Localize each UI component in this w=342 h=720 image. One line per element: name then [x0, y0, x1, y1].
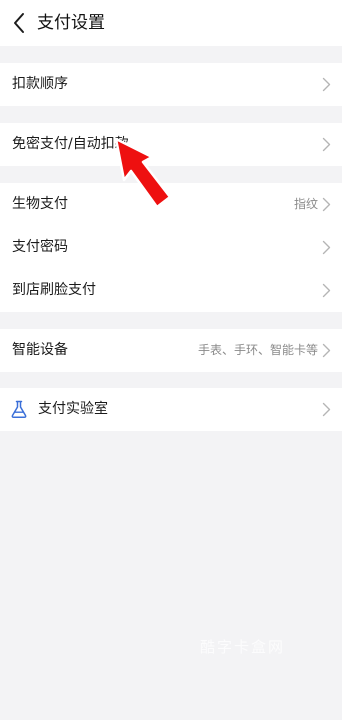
page-title: 支付设置: [37, 13, 105, 33]
header-bar: 支付设置: [0, 0, 342, 46]
chevron-right-icon: [322, 283, 331, 298]
back-arrow-icon: [14, 13, 24, 33]
watermark: 酷字卡盒网: [200, 638, 286, 656]
chevron-right-icon: [322, 240, 331, 255]
row-value: 手表、手环、智能卡等: [197, 343, 318, 357]
row-label: 支付密码: [12, 239, 68, 255]
chevron-right-icon: [322, 343, 331, 358]
settings-group-devices: 智能设备 手表、手环、智能卡等: [0, 329, 342, 372]
settings-group-lab: 支付实验室: [0, 388, 342, 431]
settings-group-password-free: 免密支付/自动扣款: [0, 123, 342, 166]
chevron-right-icon: [322, 197, 331, 212]
settings-row-payment-password[interactable]: 支付密码: [0, 226, 342, 269]
row-label: 到店刷脸支付: [12, 282, 96, 298]
flask-icon: [10, 400, 28, 419]
chevron-right-icon: [322, 77, 331, 92]
row-label: 免密支付/自动扣款: [12, 136, 129, 152]
settings-row-biometric-payment[interactable]: 生物支付 指纹: [0, 183, 342, 226]
row-label: 支付实验室: [38, 401, 108, 417]
settings-row-payment-lab[interactable]: 支付实验室: [0, 388, 342, 431]
settings-row-payment-order[interactable]: 扣款顺序: [0, 63, 342, 106]
settings-row-smart-devices[interactable]: 智能设备 手表、手环、智能卡等: [0, 329, 342, 372]
settings-row-face-payment[interactable]: 到店刷脸支付: [0, 269, 342, 312]
back-button[interactable]: [8, 10, 32, 36]
chevron-right-icon: [322, 402, 331, 417]
row-label: 智能设备: [12, 342, 68, 358]
row-label: 生物支付: [12, 196, 68, 212]
settings-group-security: 生物支付 指纹 支付密码 到店刷脸支付: [0, 183, 342, 312]
row-label: 扣款顺序: [12, 76, 68, 92]
settings-group-payment-order: 扣款顺序: [0, 63, 342, 106]
settings-row-password-free-payment[interactable]: 免密支付/自动扣款: [0, 123, 342, 166]
chevron-right-icon: [322, 137, 331, 152]
row-value: 指纹: [293, 197, 318, 211]
